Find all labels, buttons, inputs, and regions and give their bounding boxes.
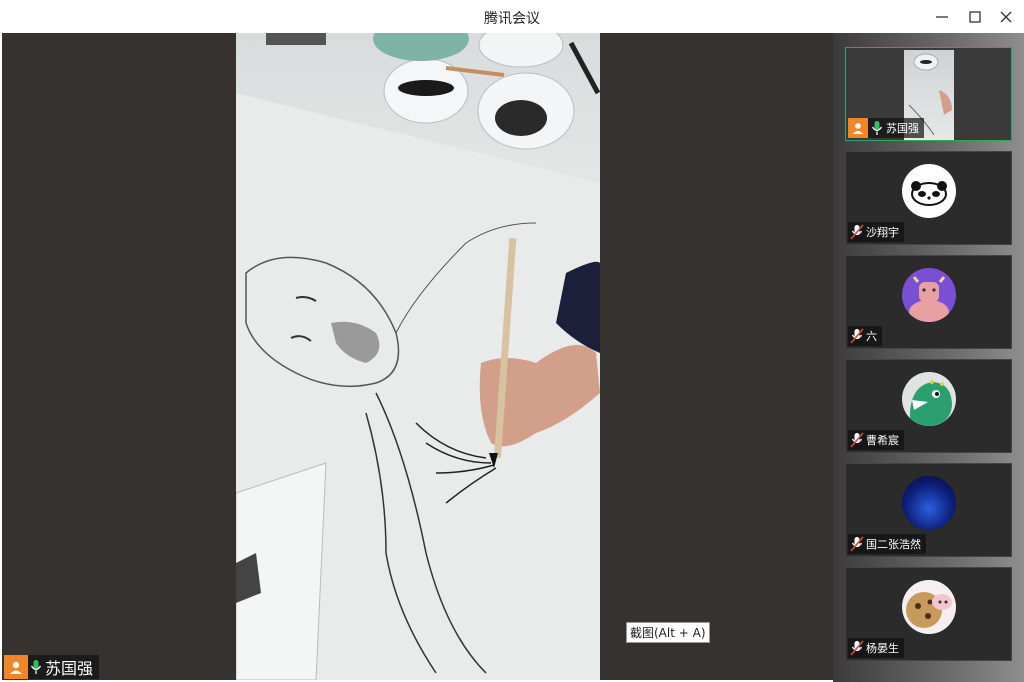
mic-muted-icon — [848, 638, 866, 658]
maximize-button[interactable] — [964, 6, 986, 28]
cow-avatar — [902, 268, 956, 322]
participant-name: 苏国强 — [886, 122, 919, 135]
close-button[interactable] — [995, 6, 1017, 28]
mic-on-icon — [28, 657, 44, 677]
participant-tile[interactable]: 国二张浩然 — [845, 463, 1012, 557]
participant-tile[interactable]: 杨晏生 — [845, 567, 1012, 661]
participant-tile[interactable]: 苏国强 — [845, 47, 1012, 141]
participant-name: 曹希宸 — [866, 434, 899, 447]
participant-tile[interactable]: 六 — [845, 255, 1012, 349]
participant-label: 苏国强 — [848, 118, 924, 138]
participant-label: 杨晏生 — [848, 638, 904, 658]
participant-label: 沙翔宇 — [848, 222, 904, 242]
participant-name: 沙翔宇 — [866, 226, 899, 239]
panda-avatar — [902, 164, 956, 218]
mic-muted-icon — [848, 326, 866, 346]
active-speaker-name: 苏国强 — [45, 659, 94, 678]
cookie-avatar — [902, 580, 956, 634]
window-title: 腾讯会议 — [484, 11, 540, 27]
user-avatar-icon — [4, 655, 28, 679]
minimize-icon — [936, 16, 948, 18]
screenshot-tooltip: 截图(Alt + A) — [626, 622, 710, 643]
participant-sidebar: 苏国强 沙翔宇 六 曹希宸 国二张浩然 杨晏生 — [833, 33, 1024, 682]
ink-painting-video-image — [236, 33, 600, 680]
title-bar: 腾讯会议 — [0, 0, 1024, 33]
user-avatar-icon — [848, 118, 868, 138]
participant-name: 国二张浩然 — [866, 538, 921, 551]
close-icon — [1000, 11, 1012, 23]
participant-label: 曹希宸 — [848, 430, 904, 450]
mic-muted-icon — [848, 222, 866, 242]
participant-tile[interactable]: 曹希宸 — [845, 359, 1012, 453]
dinosaur-avatar — [902, 372, 956, 426]
active-speaker-tag: 苏国强 — [4, 655, 100, 679]
mic-muted-icon — [848, 430, 866, 450]
participant-name: 六 — [866, 330, 877, 343]
participant-label: 国二张浩然 — [848, 534, 926, 554]
participant-name: 杨晏生 — [866, 642, 899, 655]
mic-on-icon — [868, 118, 886, 138]
participant-label: 六 — [848, 326, 882, 346]
maximize-icon — [969, 11, 981, 23]
minimize-button[interactable] — [931, 6, 953, 28]
main-video-area[interactable]: 苏国强 截图(Alt + A) — [2, 33, 833, 680]
mic-muted-icon — [848, 534, 866, 554]
blue-space-avatar — [902, 476, 956, 530]
participant-tile[interactable]: 沙翔宇 — [845, 151, 1012, 245]
shared-video-frame — [236, 33, 600, 680]
